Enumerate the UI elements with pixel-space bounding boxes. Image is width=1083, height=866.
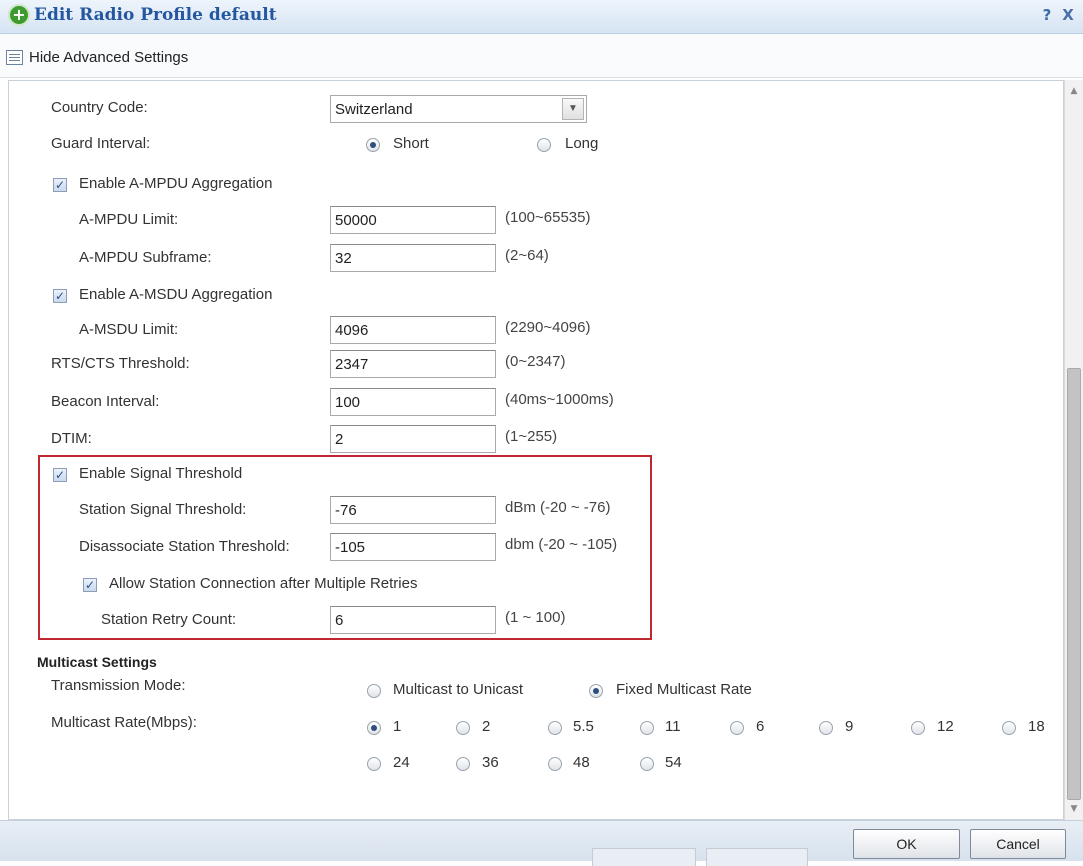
enable-amsdu-label: Enable A-MSDU Aggregation xyxy=(79,286,273,303)
ampdu-subframe-input[interactable]: 32 xyxy=(330,244,496,272)
dialog-toolbar: Hide Advanced Settings xyxy=(0,34,1083,78)
rate-option-11-radio[interactable] xyxy=(640,721,654,735)
rate-option-24-radio[interactable] xyxy=(367,757,381,771)
guard-interval-long-radio[interactable] xyxy=(537,138,551,152)
country-code-label: Country Code: xyxy=(51,99,148,116)
multicast-to-unicast-label: Multicast to Unicast xyxy=(393,681,524,698)
chevron-down-icon[interactable]: ▼ xyxy=(562,98,584,120)
rate-option-2-label: 2 xyxy=(482,718,491,735)
rate-option-24-label: 24 xyxy=(393,754,410,771)
rate-option-2-radio[interactable] xyxy=(456,721,470,735)
background-window-button xyxy=(592,848,696,866)
ampdu-subframe-label: A-MPDU Subframe: xyxy=(79,249,212,266)
ampdu-subframe-hint: (2~64) xyxy=(505,247,549,264)
hide-advanced-settings-button[interactable]: Hide Advanced Settings xyxy=(6,46,188,68)
amsdu-limit-input[interactable]: 4096 xyxy=(330,316,496,344)
list-icon xyxy=(6,49,23,65)
enable-ampdu-label: Enable A-MPDU Aggregation xyxy=(79,175,273,192)
rate-option-36-label: 36 xyxy=(482,754,499,771)
add-profile-icon: + xyxy=(8,4,30,26)
rate-option-5-5-radio[interactable] xyxy=(548,721,562,735)
rate-option-48-radio[interactable] xyxy=(548,757,562,771)
settings-panel: Country Code: Switzerland ▼ Guard Interv… xyxy=(8,80,1064,820)
disassociate-threshold-hint: dbm (-20 ~ -105) xyxy=(505,536,618,553)
hide-advanced-settings-label: Hide Advanced Settings xyxy=(29,48,189,66)
rate-option-18-radio[interactable] xyxy=(1002,721,1016,735)
dtim-input[interactable]: 2 xyxy=(330,425,496,453)
beacon-interval-input[interactable]: 100 xyxy=(330,388,496,416)
station-retry-count-hint: (1 ~ 100) xyxy=(505,609,566,626)
scroll-down-icon[interactable]: ▼ xyxy=(1065,800,1083,818)
rate-option-12-radio[interactable] xyxy=(911,721,925,735)
scrollbar-thumb[interactable] xyxy=(1067,368,1081,800)
station-signal-threshold-label: Station Signal Threshold: xyxy=(79,501,247,518)
amsdu-limit-label: A-MSDU Limit: xyxy=(79,321,179,338)
rate-option-6-label: 6 xyxy=(756,718,765,735)
enable-amsdu-checkbox[interactable]: ✓ xyxy=(53,289,67,303)
rts-cts-hint: (0~2347) xyxy=(505,353,566,370)
rate-option-48-label: 48 xyxy=(573,754,590,771)
enable-ampdu-checkbox[interactable]: ✓ xyxy=(53,178,67,192)
beacon-interval-label: Beacon Interval: xyxy=(51,393,160,410)
ampdu-limit-input[interactable]: 50000 xyxy=(330,206,496,234)
enable-signal-threshold-label: Enable Signal Threshold xyxy=(79,465,243,482)
ampdu-limit-label: A-MPDU Limit: xyxy=(79,211,179,228)
vertical-scrollbar[interactable]: ▲ ▼ xyxy=(1064,80,1083,820)
multicast-to-unicast-radio[interactable] xyxy=(367,684,381,698)
fixed-multicast-rate-radio[interactable] xyxy=(589,684,603,698)
station-signal-threshold-input[interactable]: -76 xyxy=(330,496,496,524)
dialog-title: Edit Radio Profile default xyxy=(34,5,277,25)
rate-option-12-label: 12 xyxy=(937,718,954,735)
cancel-button[interactable]: Cancel xyxy=(970,829,1066,859)
amsdu-limit-hint: (2290~4096) xyxy=(505,319,591,336)
scroll-up-icon[interactable]: ▲ xyxy=(1065,82,1083,100)
rate-option-54-label: 54 xyxy=(665,754,682,771)
rate-option-9-radio[interactable] xyxy=(819,721,833,735)
rate-option-54-radio[interactable] xyxy=(640,757,654,771)
station-signal-threshold-hint: dBm (-20 ~ -76) xyxy=(505,499,611,516)
rate-option-18-label: 18 xyxy=(1028,718,1045,735)
country-code-value: Switzerland xyxy=(335,101,413,118)
station-retry-count-label: Station Retry Count: xyxy=(101,611,237,628)
guard-interval-short-label: Short xyxy=(393,135,429,152)
enable-signal-threshold-checkbox[interactable]: ✓ xyxy=(53,468,67,482)
dialog-title-bar: + Edit Radio Profile default ? X xyxy=(0,0,1083,34)
disassociate-threshold-input[interactable]: -105 xyxy=(330,533,496,561)
rate-option-36-radio[interactable] xyxy=(456,757,470,771)
rate-option-9-label: 9 xyxy=(845,718,854,735)
multicast-settings-title: Multicast Settings xyxy=(37,654,157,670)
rate-option-1-radio[interactable] xyxy=(367,721,381,735)
background-window-button xyxy=(706,848,808,866)
ampdu-limit-hint: (100~65535) xyxy=(505,209,591,226)
rate-option-1-label: 1 xyxy=(393,718,402,735)
dtim-hint: (1~255) xyxy=(505,428,558,445)
beacon-interval-hint: (40ms~1000ms) xyxy=(505,391,614,408)
disassociate-threshold-label: Disassociate Station Threshold: xyxy=(79,538,290,555)
fixed-multicast-rate-label: Fixed Multicast Rate xyxy=(616,681,752,698)
rate-option-5-5-label: 5.5 xyxy=(573,718,594,735)
close-icon[interactable]: X xyxy=(1059,5,1077,25)
guard-interval-long-label: Long xyxy=(565,135,599,152)
station-retry-count-input[interactable]: 6 xyxy=(330,606,496,634)
rate-option-6-radio[interactable] xyxy=(730,721,744,735)
allow-retries-label: Allow Station Connection after Multiple … xyxy=(109,575,418,592)
rts-cts-label: RTS/CTS Threshold: xyxy=(51,355,190,372)
dialog-footer: OK Cancel xyxy=(0,820,1083,861)
dtim-label: DTIM: xyxy=(51,430,92,447)
guard-interval-short-radio[interactable] xyxy=(366,138,380,152)
transmission-mode-label: Transmission Mode: xyxy=(51,677,186,694)
guard-interval-label: Guard Interval: xyxy=(51,135,151,152)
multicast-rate-label: Multicast Rate(Mbps): xyxy=(51,714,197,731)
help-icon[interactable]: ? xyxy=(1038,5,1056,25)
allow-retries-checkbox[interactable]: ✓ xyxy=(83,578,97,592)
rate-option-11-label: 11 xyxy=(665,718,681,735)
rts-cts-input[interactable]: 2347 xyxy=(330,350,496,378)
ok-button[interactable]: OK xyxy=(853,829,960,859)
country-code-select[interactable]: Switzerland ▼ xyxy=(330,95,587,123)
